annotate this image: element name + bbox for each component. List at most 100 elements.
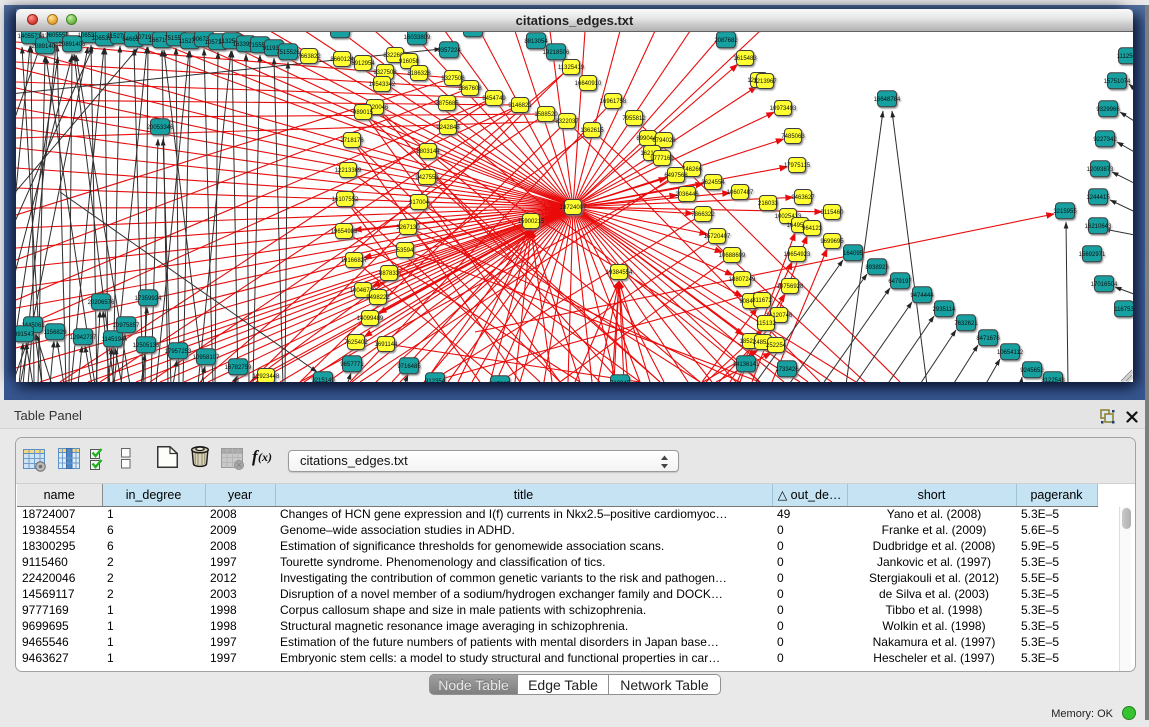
svg-text:9716485: 9716485 [397,364,421,370]
svg-text:8454749: 8454749 [482,96,506,102]
svg-text:18724007: 18724007 [560,205,587,211]
svg-text:8186328: 8186328 [407,71,431,77]
svg-text:989015: 989015 [353,110,374,116]
svg-text:8912954: 8912954 [351,61,375,67]
svg-text:3624554: 3624554 [701,180,725,186]
svg-text:912354: 912354 [425,379,446,382]
svg-text:7485063: 7485063 [781,134,805,140]
svg-text:8471676: 8471676 [976,336,1000,342]
svg-text:16107552: 16107552 [332,197,359,203]
svg-text:15692971: 15692971 [1079,252,1106,258]
svg-text:7955812: 7955812 [622,116,646,122]
svg-text:(x): (x) [258,450,272,464]
svg-text:1362615: 1362615 [580,128,604,134]
svg-text:15900215: 15900215 [518,219,545,225]
svg-text:12213369: 12213369 [335,168,362,174]
svg-text:14099489: 14099489 [357,316,384,322]
svg-text:916058: 916058 [399,59,420,65]
svg-text:20891406: 20891406 [32,44,59,50]
svg-text:1733426: 1733426 [775,367,799,373]
svg-text:1145194: 1145194 [102,337,126,343]
svg-text:3215955: 3215955 [1053,209,1077,215]
svg-text:9146821: 9146821 [508,103,532,109]
svg-text:9657771: 9657771 [340,362,364,368]
svg-text:15751074: 15751074 [1104,79,1131,85]
svg-text:7632621: 7632621 [954,321,978,327]
svg-text:10973493: 10973493 [770,106,797,112]
svg-text:2867608: 2867608 [458,86,482,92]
svg-text:12093873: 12093873 [1087,167,1114,173]
svg-text:2935114: 2935114 [933,307,957,313]
svg-text:16648784: 16648784 [874,97,901,103]
svg-text:17359924: 17359924 [135,296,162,302]
svg-text:17016504: 17016504 [1091,282,1118,288]
svg-text:19654985: 19654985 [331,229,358,235]
svg-text:9115460: 9115460 [821,210,845,216]
svg-text:19384554: 19384554 [606,270,633,276]
svg-text:964123: 964123 [802,226,823,232]
svg-text:1244415: 1244415 [1086,195,1110,201]
svg-text:10607487: 10607487 [727,190,754,196]
svg-text:9357224: 9357224 [437,48,461,54]
svg-text:20053346: 20053346 [147,125,174,131]
svg-text:10756928: 10756928 [777,284,804,290]
svg-text:2087682: 2087682 [714,38,738,44]
svg-text:8813054: 8813054 [524,39,548,45]
svg-text:9215149: 9215149 [311,378,335,382]
svg-text:1213967: 1213967 [753,79,777,85]
svg-text:9242848: 9242848 [436,125,460,131]
svg-text:1588520: 1588520 [534,112,558,118]
svg-text:17975115: 17975115 [784,163,811,169]
svg-text:9474444: 9474444 [910,293,934,299]
svg-text:712345: 712345 [610,381,631,382]
svg-text:16210643: 16210643 [1085,224,1112,230]
svg-text:9699695: 9699695 [820,239,844,245]
svg-text:2718176: 2718176 [340,138,364,144]
svg-text:8122543: 8122543 [1041,378,1065,382]
svg-text:11325419: 11325419 [558,65,585,71]
svg-text:2803144: 2803144 [416,149,440,155]
svg-text:1615483: 1615483 [733,56,757,62]
svg-text:16033809: 16033809 [404,35,431,41]
svg-text:16961758: 16961758 [600,99,627,105]
svg-text:1112503: 1112503 [1117,54,1133,60]
svg-text:19654923: 19654923 [784,252,811,258]
svg-text:9777169: 9777169 [650,156,674,162]
svg-text:216033: 216033 [758,201,779,207]
svg-text:10688609: 10688609 [719,253,746,259]
svg-text:9227342: 9227342 [1093,137,1117,143]
svg-text:7663822: 7663822 [297,54,321,60]
svg-text:9245652: 9245652 [1020,368,1044,374]
svg-text:3875685: 3875685 [435,101,459,107]
svg-text:16640910: 16640910 [575,81,602,87]
svg-text:887833: 887833 [379,271,400,277]
svg-text:7866322: 7866322 [691,212,715,218]
svg-text:9327508: 9327508 [373,70,397,76]
svg-text:6479197: 6479197 [888,279,912,285]
svg-text:17957253: 17957253 [165,349,192,355]
svg-text:12505135: 12505135 [133,343,160,349]
svg-text:9463627: 9463627 [791,195,815,201]
svg-text:9329966: 9329966 [1096,107,1120,113]
svg-text:1156829: 1156829 [44,330,68,336]
svg-text:10958107: 10958107 [193,355,220,361]
svg-text:811672: 811672 [752,298,772,304]
svg-text:9427552: 9427552 [415,175,439,181]
svg-text:164095: 164095 [843,251,864,257]
svg-text:6497568: 6497568 [664,173,688,179]
svg-text:18807249: 18807249 [729,277,756,283]
svg-text:391547: 391547 [16,332,35,338]
svg-text:12923448: 12923448 [253,374,280,380]
svg-text:12942737: 12942737 [70,335,97,341]
svg-text:8938923: 8938923 [865,265,889,271]
svg-text:14136141: 14136141 [733,362,760,368]
svg-text:19218506: 19218506 [543,50,570,56]
svg-text:3267130: 3267130 [396,225,420,231]
svg-text:15720407: 15720407 [704,234,731,240]
svg-text:7625402: 7625402 [344,340,368,346]
svg-text:10975857: 10975857 [113,323,140,329]
svg-text:9498222: 9498222 [366,295,390,301]
svg-text:317004: 317004 [409,200,430,206]
svg-text:10654112: 10654112 [997,350,1024,356]
svg-text:20206576: 20206576 [88,300,115,306]
